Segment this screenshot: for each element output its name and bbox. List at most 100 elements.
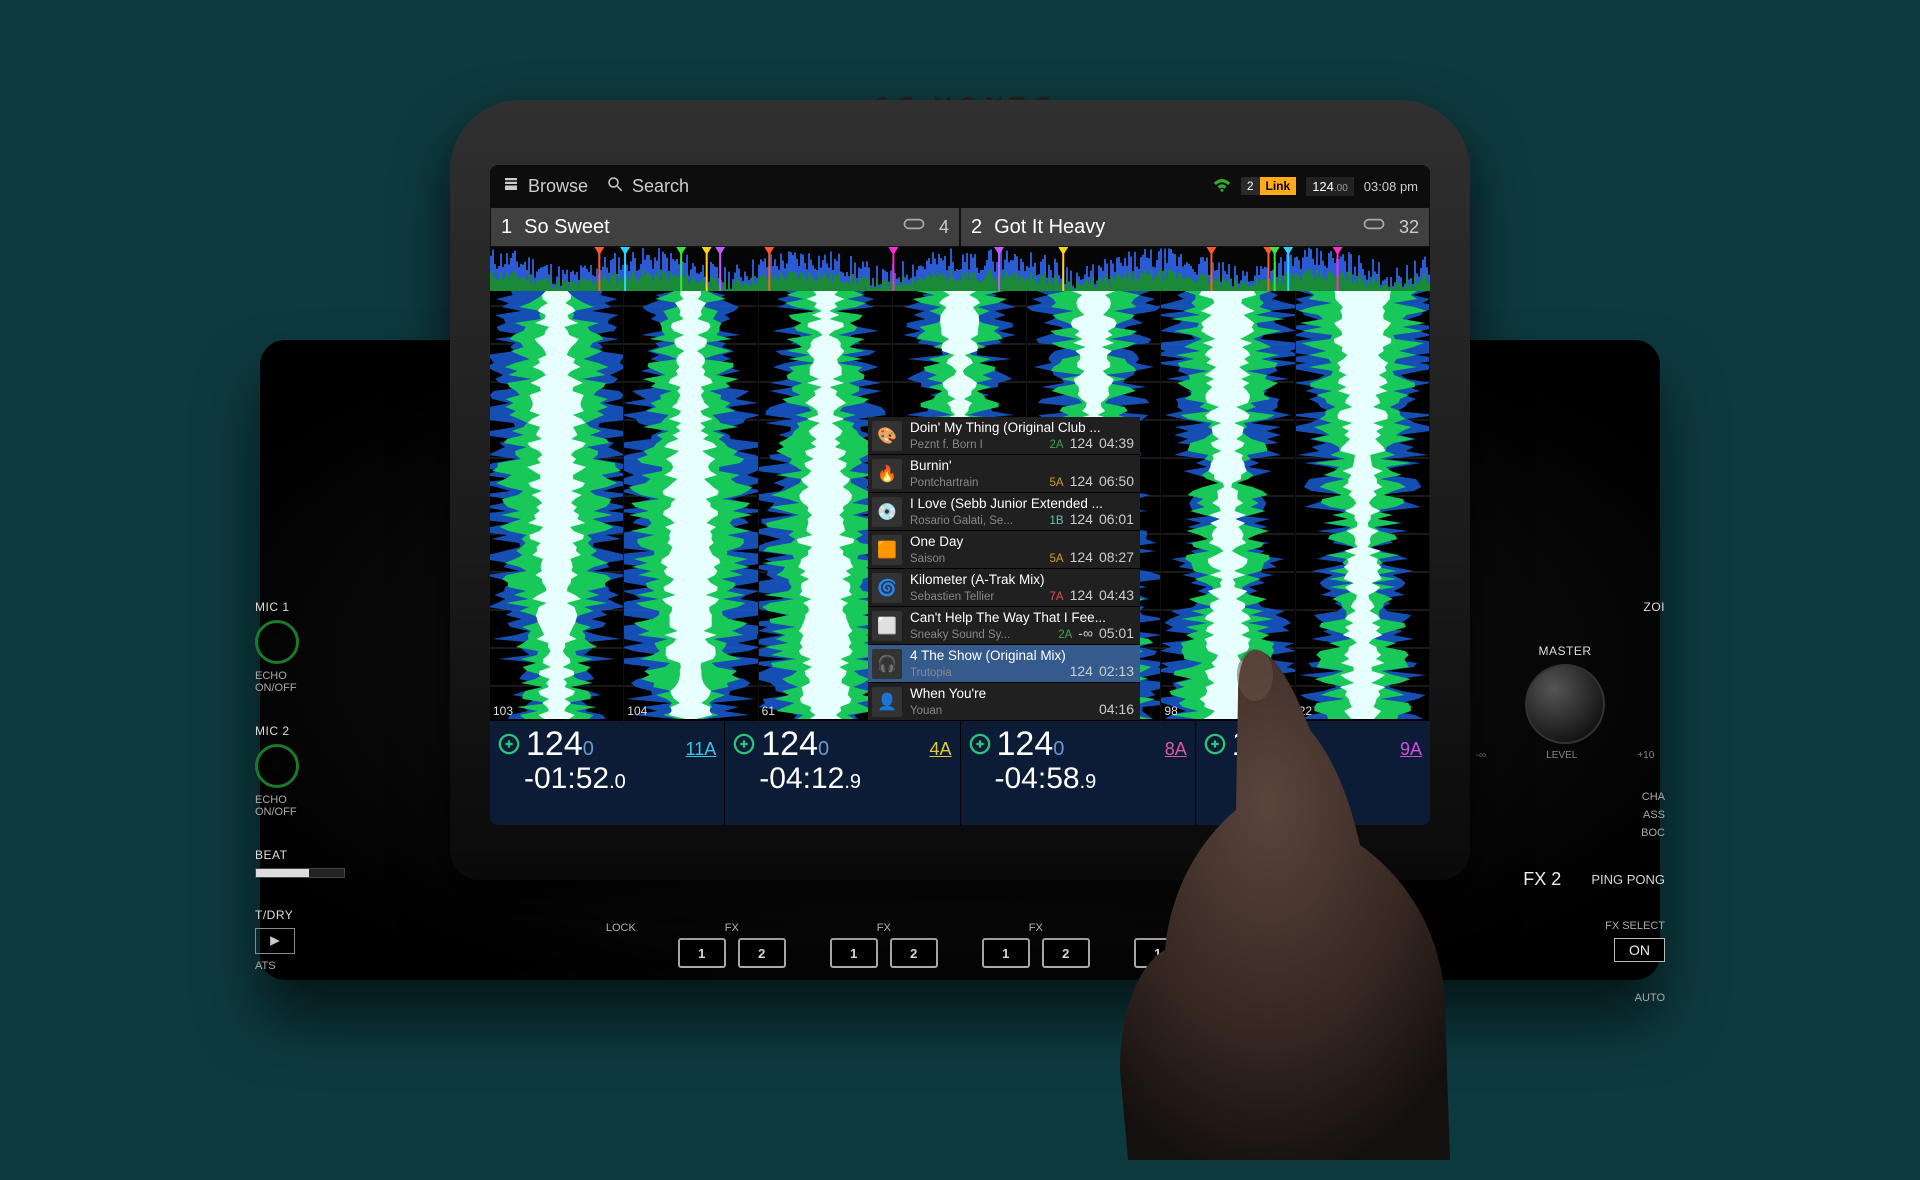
track-key: 1B: [1050, 515, 1064, 527]
browser-track-row[interactable]: 💿 I Love (Sebb Junior Extended ... Rosar…: [868, 493, 1140, 531]
lane-label: 104: [627, 704, 647, 718]
beat-slider[interactable]: [255, 868, 345, 878]
track-bpm: 124: [1070, 473, 1093, 489]
left-hardware-panel: MIC 1 ECHO ON/OFF MIC 2 ECHO ON/OFF BEAT…: [255, 600, 455, 1180]
track-artist: Rosario Galati, Se...: [910, 515, 1044, 527]
track-title: Burnin': [910, 458, 1134, 473]
waveform-lane-7[interactable]: 22: [1296, 291, 1430, 721]
master-label: MASTER: [1538, 644, 1591, 658]
waveform-lane-2[interactable]: 104: [624, 291, 758, 721]
deck-bpm: 1240: [761, 725, 829, 764]
deck-time: -01:52.0: [498, 762, 716, 796]
master-knob[interactable]: [1525, 664, 1605, 744]
beat-label: BEAT: [255, 848, 287, 862]
track-artist: Saison: [910, 553, 1044, 565]
waveform-area[interactable]: 103 104 61 iCue 8 98 22 🎨 Doin' My Thing…: [490, 291, 1430, 721]
mic1-label: MIC 1: [255, 600, 290, 614]
browser-track-row[interactable]: ⬜ Can't Help The Way That I Fee... Sneak…: [868, 607, 1140, 645]
browse-label: Browse: [528, 176, 588, 197]
browser-track-row[interactable]: 🎧 4 The Show (Original Mix) Trutopia 124…: [868, 645, 1140, 683]
deck-key[interactable]: 9A: [1400, 739, 1422, 760]
track-duration: 08:27: [1099, 549, 1134, 565]
browser-track-row[interactable]: 🎨 Doin' My Thing (Original Club ... Pezn…: [868, 417, 1140, 455]
sync-icon[interactable]: [969, 733, 991, 760]
track-duration: 04:39: [1099, 435, 1134, 451]
track-title: I Love (Sebb Junior Extended ...: [910, 496, 1134, 511]
mic1-echo-label: ECHO ON/OFF: [255, 670, 297, 694]
ats-label: ATS: [255, 960, 276, 972]
album-art: 🎨: [872, 421, 902, 451]
browse-button[interactable]: Browse: [502, 175, 588, 198]
crates-icon: [502, 175, 520, 198]
fx-button-1[interactable]: 1: [678, 938, 726, 968]
deck-key[interactable]: 4A: [929, 739, 951, 760]
track-title: One Day: [910, 534, 1134, 549]
sync-icon[interactable]: [733, 733, 755, 760]
fx-button-1[interactable]: 1: [1134, 938, 1182, 968]
zoi-label: ZOI: [1644, 600, 1666, 614]
browser-track-row[interactable]: 👤 When You're Youan 04:16: [868, 683, 1140, 721]
track-duration: 06:01: [1099, 511, 1134, 527]
search-button[interactable]: Search: [606, 175, 689, 198]
waveform-overview[interactable]: [490, 247, 1430, 291]
fx-button-1[interactable]: 1: [982, 938, 1030, 968]
track-bpm: 124: [1070, 587, 1093, 603]
pingpong-label: PING PONG: [1591, 872, 1665, 887]
sync-icon[interactable]: [1204, 733, 1226, 760]
track-artist: Trutopia: [910, 667, 1058, 679]
deck-bpm: 1240: [1232, 725, 1300, 764]
track-bpm: 124: [1070, 511, 1093, 527]
fx-label: FX: [678, 922, 786, 934]
lane-label: 98: [1164, 704, 1177, 718]
deck-key[interactable]: 11A: [686, 739, 717, 760]
fx-button-2[interactable]: 2: [890, 938, 938, 968]
track-duration: 04:16: [1099, 701, 1134, 717]
mic2-echo-label: ECHO ON/OFF: [255, 794, 297, 818]
track-bpm: 124: [1070, 549, 1093, 565]
deck-header-1[interactable]: 1 So Sweet 4: [490, 207, 960, 247]
deck-footer-1[interactable]: 1240 11A -01:52.0: [490, 721, 725, 825]
fx-button-2[interactable]: 2: [738, 938, 786, 968]
fx-button-2[interactable]: 2: [1194, 938, 1242, 968]
wifi-icon: [1213, 178, 1231, 195]
right-hardware-panel: ZOI MASTER -∞ LEVEL +10 CHA ASS BOC FX 2: [1465, 600, 1665, 1180]
browser-track-row[interactable]: 🟧 One Day Saison 5A 124 08:27: [868, 531, 1140, 569]
album-art: 🟧: [872, 535, 902, 565]
album-art: ⬜: [872, 611, 902, 641]
album-art: 🎧: [872, 649, 902, 679]
deck-header-2[interactable]: 2 Got It Heavy 32: [960, 207, 1430, 247]
master-bpm[interactable]: 124.00: [1306, 177, 1354, 196]
deck-footer-3[interactable]: 1240 8A -04:58.9: [961, 721, 1196, 825]
deck-footer-4[interactable]: 1240 9A: [1196, 721, 1430, 825]
track-title: Doin' My Thing (Original Club ...: [910, 420, 1134, 435]
chai-label: CHA: [1642, 791, 1665, 803]
loop-icon[interactable]: [901, 215, 927, 239]
deck-time: -04:58.9: [969, 762, 1187, 796]
link-badge[interactable]: 2 Link: [1241, 177, 1296, 195]
fx2-label: FX 2: [1523, 869, 1561, 890]
loop-icon[interactable]: [1361, 215, 1387, 239]
deck-title: Got It Heavy: [994, 216, 1349, 239]
track-bpm: 124: [1070, 663, 1093, 679]
fx-button-1[interactable]: 1: [830, 938, 878, 968]
waveform-lane-6[interactable]: 98: [1161, 291, 1295, 721]
fx-label: FX: [1134, 922, 1242, 934]
browser-track-row[interactable]: 🔥 Burnin' Pontchartrain 5A 124 06:50: [868, 455, 1140, 493]
album-art: 👤: [872, 687, 902, 717]
bottom-fx-row: LOCK FX 12 FX 12 FX 12 FX 12 AUTO: [280, 922, 1640, 968]
mic1-knob[interactable]: [255, 620, 299, 664]
track-title: When You're: [910, 686, 1134, 701]
deck-footer-2[interactable]: 1240 4A -04:12.9: [725, 721, 960, 825]
deck-key[interactable]: 8A: [1165, 739, 1187, 760]
deck-bpm: 1240: [526, 725, 594, 764]
mic2-label: MIC 2: [255, 724, 290, 738]
deck-loop-count: 32: [1399, 217, 1419, 238]
fx-button-2[interactable]: 2: [1042, 938, 1090, 968]
sync-icon[interactable]: [498, 733, 520, 760]
top-bar: Browse Search 2 Link: [490, 165, 1430, 207]
wetdry-label: T/DRY: [255, 908, 293, 922]
touchscreen[interactable]: Browse Search 2 Link: [490, 165, 1430, 825]
mic2-knob[interactable]: [255, 744, 299, 788]
browser-track-row[interactable]: 🌀 Kilometer (A-Trak Mix) Sebastien Telli…: [868, 569, 1140, 607]
waveform-lane-1[interactable]: 103: [490, 291, 624, 721]
